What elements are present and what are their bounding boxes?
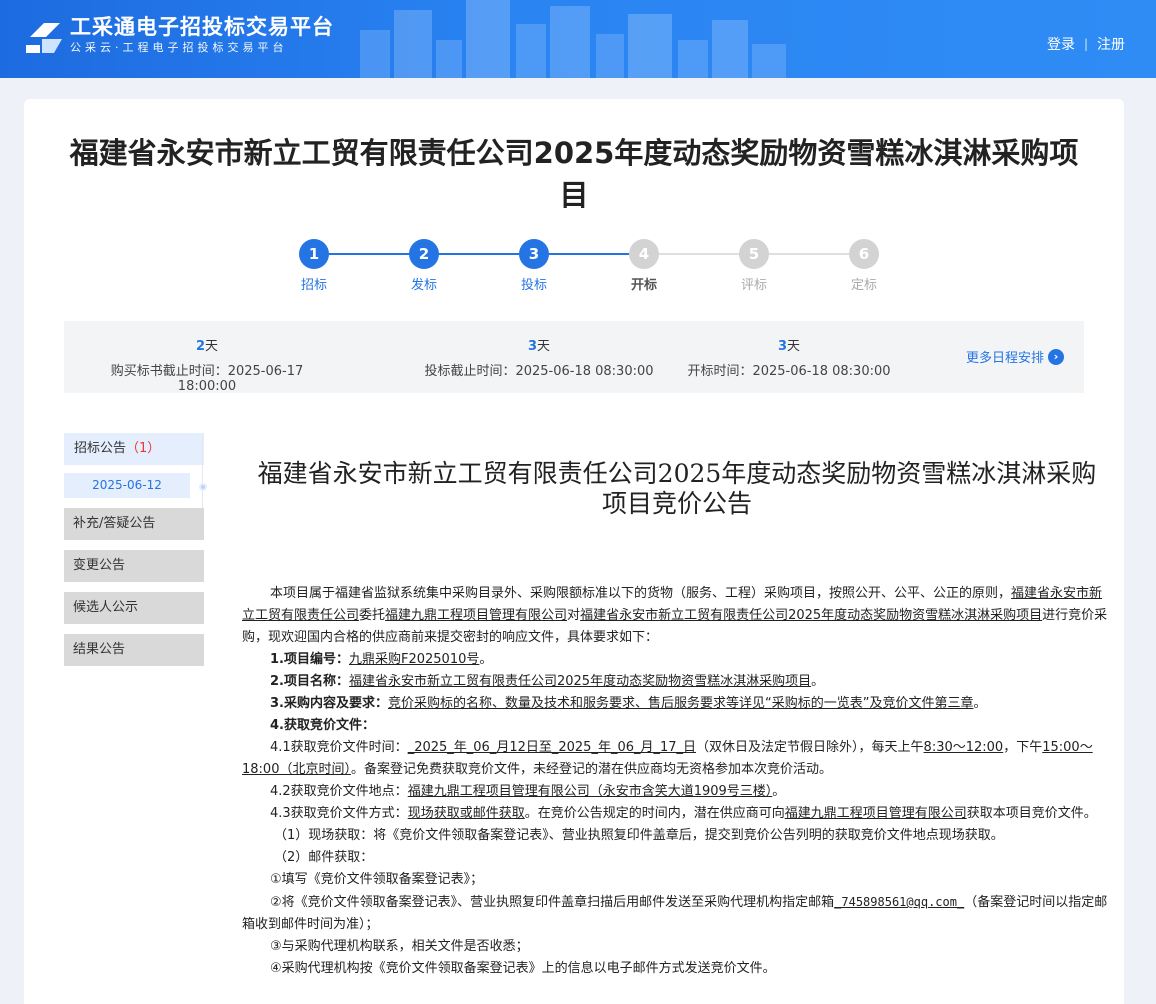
top-header: 工采通电子招投标交易平台 公采云·工程电子招投标交易平台 登录 | 注册	[0, 0, 1156, 78]
days-count: 2	[195, 339, 206, 354]
email-step-2: ②将《竞价文件领取备案登记表》、营业执照复印件盖章扫描后用邮件发送至采购代理机构…	[242, 895, 1108, 932]
notice-date-link[interactable]: 2025-06-12	[64, 473, 190, 498]
step-label: 评标	[740, 278, 767, 293]
sidebar-item-label: 招标公告	[74, 441, 127, 456]
onsite-pickup: （1）现场获取：将《竞价文件领取备案登记表》、营业执照复印件盖章后，提交到竞价公…	[274, 828, 1004, 843]
section-4-1: 4.1获取竞价文件时间：_2025_年_06_月12日至_2025_年_06_月…	[242, 740, 1093, 777]
step-label: 投标	[520, 278, 547, 293]
intro-paragraph: 本项目属于福建省监狱系统集中采购目录外、采购限额标准以下的货物（服务、工程）采购…	[242, 586, 1108, 645]
step-number: 1	[299, 239, 329, 269]
schedule-label: 投标截止时间：2025-06-18 08:30:00	[424, 364, 654, 379]
bidding-progress-steps: 1 招标 2 发标 3 投标 4 开标 5 评标 6 定标	[279, 239, 879, 299]
item-get-documents: 4.获取竞价文件：	[270, 718, 375, 733]
sidebar-item-candidates[interactable]: 候选人公示	[64, 592, 204, 624]
step-number: 3	[519, 239, 549, 269]
count-badge: （1）	[126, 441, 161, 456]
register-link[interactable]: 注册	[1097, 34, 1125, 54]
announcement-sidebar: 招标公告（1） 2025-06-12 补充/答疑公告 变更公告 候选人公示 结果…	[64, 433, 207, 666]
email-step-4: ④采购代理机构按《竞价文件领取备案登记表》上的信息以电子邮件方式发送竞价文件。	[270, 961, 776, 976]
sidebar-item-change[interactable]: 变更公告	[64, 550, 204, 582]
step-zhaobiao: 1 招标	[279, 239, 349, 293]
step-number: 2	[409, 239, 439, 269]
step-number: 5	[739, 239, 769, 269]
section-4-2: 4.2获取竞价文件地点：福建九鼎工程项目管理有限公司（永安市含笑大道1909号三…	[270, 784, 786, 799]
days-unit: 天	[205, 339, 219, 354]
auth-separator: |	[1083, 37, 1088, 51]
email-step-1: ①填写《竞价文件领取备案登记表》；	[270, 872, 484, 887]
item-project-number: 1.项目编号：九鼎采购F2025010号。	[270, 652, 493, 667]
email-pickup: （2）邮件获取：	[274, 850, 374, 865]
item-project-name: 2.项目名称：福建省永安市新立工贸有限责任公司2025年度动态奖励物资雪糕冰淇淋…	[270, 674, 825, 689]
announcement-document: 福建省永安市新立工贸有限责任公司2025年度动态奖励物资雪糕冰淇淋采购项目竞价公…	[242, 459, 1112, 980]
logo-mark-icon	[26, 23, 62, 53]
auth-links: 登录 | 注册	[1047, 34, 1125, 54]
sidebar-timeline-line	[202, 433, 203, 508]
step-fabiao: 2 发标	[389, 239, 459, 293]
step-number: 6	[849, 239, 879, 269]
step-dingbiao: 6 定标	[829, 239, 899, 293]
schedule-bar: 2天 购买标书截止时间：2025-06-17 18:00:00 3天 投标截止时…	[64, 321, 1084, 394]
section-4-3: 4.3获取竞价文件方式：现场获取或邮件获取。在竞价公告规定的时间内，潜在供应商可…	[270, 806, 1097, 821]
email-address-link[interactable]: _745898561@qq.com_	[834, 895, 964, 909]
step-label: 开标	[630, 278, 657, 293]
days-count: 3	[777, 339, 788, 354]
city-skyline-decoration	[360, 0, 786, 78]
more-schedule-label: 更多日程安排	[965, 351, 1044, 366]
project-title: 福建省永安市新立工贸有限责任公司2025年度动态奖励物资雪糕冰淇淋采购项目	[69, 136, 1079, 212]
sidebar-item-supplement[interactable]: 补充/答疑公告	[64, 508, 204, 540]
email-step-3: ③与采购代理机构联系，相关文件是否收悉；	[270, 939, 529, 954]
step-label: 招标	[300, 278, 327, 293]
chevron-right-icon: ›	[1048, 348, 1064, 365]
step-label: 发标	[410, 278, 437, 293]
item-procurement-content: 3.采购内容及要求：竞价采购标的名称、数量及技术和服务要求、售后服务要求等详见“…	[270, 696, 987, 711]
step-number: 4	[629, 239, 659, 269]
days-unit: 天	[537, 339, 551, 354]
days-count: 3	[527, 339, 538, 354]
project-card: 福建省永安市新立工贸有限责任公司2025年度动态奖励物资雪糕冰淇淋采购项目 1 …	[24, 99, 1124, 1004]
step-toubiao: 3 投标	[499, 239, 569, 293]
step-kaibiao: 4 开标	[609, 239, 679, 293]
step-pingbiao: 5 评标	[719, 239, 789, 293]
document-body: 本项目属于福建省监狱系统集中采购目录外、采购限额标准以下的货物（服务、工程）采购…	[242, 583, 1112, 980]
sidebar-item-result[interactable]: 结果公告	[64, 634, 204, 666]
logo-subtitle: 公采云·工程电子招投标交易平台	[70, 41, 288, 54]
login-link[interactable]: 登录	[1047, 34, 1075, 54]
schedule-opening-time: 3天 开标时间：2025-06-18 08:30:00	[674, 335, 904, 379]
logo-title: 工采通电子招投标交易平台	[70, 15, 334, 39]
timeline-dot	[199, 483, 207, 491]
step-label: 定标	[850, 278, 877, 293]
more-schedule-link[interactable]: 更多日程安排 ›	[966, 347, 1064, 366]
site-logo[interactable]: 工采通电子招投标交易平台 公采云·工程电子招投标交易平台	[24, 14, 334, 56]
schedule-purchase-deadline: 2天 购买标书截止时间：2025-06-17 18:00:00	[84, 335, 330, 394]
schedule-label: 开标时间：2025-06-18 08:30:00	[687, 364, 891, 379]
sidebar-item-tender-notice[interactable]: 招标公告（1）	[64, 433, 204, 465]
document-title: 福建省永安市新立工贸有限责任公司2025年度动态奖励物资雪糕冰淇淋采购项目竞价公…	[257, 459, 1097, 518]
schedule-bid-deadline: 3天 投标截止时间：2025-06-18 08:30:00	[374, 335, 704, 379]
schedule-label: 购买标书截止时间：2025-06-17 18:00:00	[110, 364, 304, 394]
days-unit: 天	[787, 339, 801, 354]
